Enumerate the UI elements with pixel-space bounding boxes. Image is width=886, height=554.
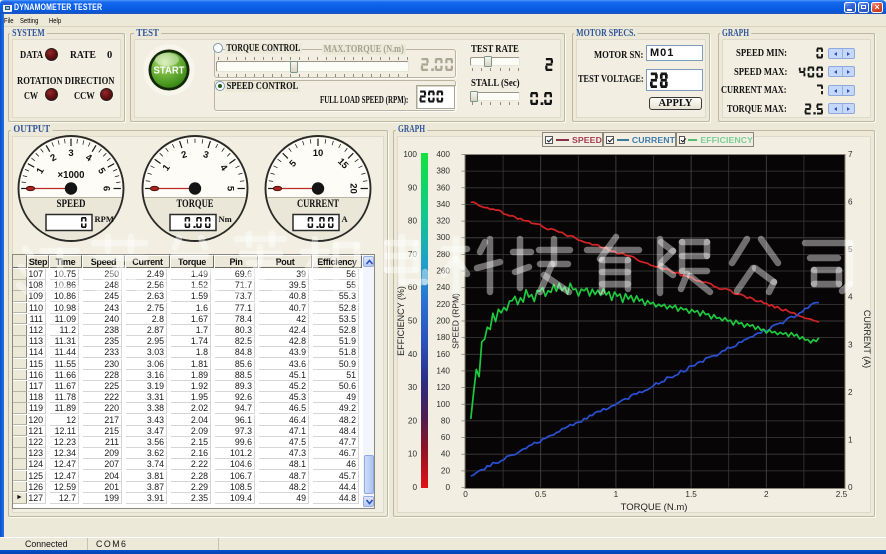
svg-text:×1000: ×1000	[58, 170, 85, 181]
svg-text:EFFICIENCY (%): EFFICIENCY (%)	[396, 286, 406, 356]
svg-text:80: 80	[408, 217, 418, 226]
svg-text:2: 2	[764, 490, 769, 499]
svg-text:4: 4	[848, 293, 853, 302]
svg-text:1.5: 1.5	[685, 490, 697, 499]
svg-text:SPEED: SPEED	[57, 198, 86, 210]
svg-text:3: 3	[68, 148, 73, 159]
svg-text:70: 70	[408, 250, 418, 259]
svg-text:1: 1	[848, 435, 853, 444]
svg-text:RPM: RPM	[95, 214, 114, 224]
svg-text:140: 140	[436, 366, 450, 375]
svg-text:80: 80	[441, 416, 451, 425]
svg-text:100: 100	[403, 150, 417, 159]
svg-text:180: 180	[436, 333, 450, 342]
svg-text:0.5: 0.5	[535, 490, 547, 499]
svg-text:0: 0	[848, 483, 853, 492]
svg-text:0: 0	[463, 490, 468, 499]
svg-text:A: A	[342, 214, 349, 224]
svg-text:300: 300	[436, 233, 450, 242]
svg-text:200: 200	[436, 317, 450, 326]
svg-text:50: 50	[408, 317, 418, 326]
svg-text:380: 380	[436, 167, 450, 176]
svg-text:100: 100	[436, 400, 450, 409]
svg-text:6: 6	[848, 198, 853, 207]
svg-text:40: 40	[441, 450, 451, 459]
svg-text:160: 160	[436, 350, 450, 359]
svg-text:280: 280	[436, 250, 450, 259]
svg-text:90: 90	[408, 183, 418, 192]
svg-text:320: 320	[436, 217, 450, 226]
svg-text:CURRENT (A): CURRENT (A)	[862, 310, 872, 368]
svg-text:6: 6	[101, 186, 112, 191]
svg-text:7: 7	[848, 150, 853, 159]
svg-text:CURRENT: CURRENT	[297, 198, 339, 210]
svg-text:30: 30	[408, 383, 418, 392]
svg-text:240: 240	[436, 283, 450, 292]
svg-text:0: 0	[412, 483, 417, 492]
svg-text:120: 120	[436, 383, 450, 392]
svg-text:60: 60	[441, 433, 451, 442]
svg-text:5: 5	[848, 245, 853, 254]
svg-text:TORQUE: TORQUE	[177, 198, 214, 210]
svg-text:20: 20	[348, 183, 359, 194]
svg-text:340: 340	[436, 200, 450, 209]
svg-text:20: 20	[441, 466, 451, 475]
svg-text:360: 360	[436, 183, 450, 192]
svg-text:40: 40	[408, 350, 418, 359]
svg-text:10: 10	[313, 148, 324, 159]
svg-text:SPEED (RPM): SPEED (RPM)	[451, 293, 461, 349]
svg-text:10: 10	[408, 450, 418, 459]
svg-text:START: START	[154, 66, 185, 77]
svg-text:1: 1	[614, 490, 619, 499]
svg-text:Nm: Nm	[219, 214, 232, 224]
svg-text:3: 3	[848, 340, 853, 349]
svg-text:5: 5	[225, 186, 236, 192]
svg-text:2.5: 2.5	[836, 490, 848, 499]
svg-text:TORQUE (N.m): TORQUE (N.m)	[621, 502, 688, 513]
svg-text:220: 220	[436, 300, 450, 309]
svg-text:2: 2	[848, 388, 853, 397]
svg-text:400: 400	[436, 150, 450, 159]
svg-text:0: 0	[445, 483, 450, 492]
svg-text:60: 60	[408, 283, 418, 292]
svg-text:20: 20	[408, 416, 418, 425]
svg-text:260: 260	[436, 267, 450, 276]
